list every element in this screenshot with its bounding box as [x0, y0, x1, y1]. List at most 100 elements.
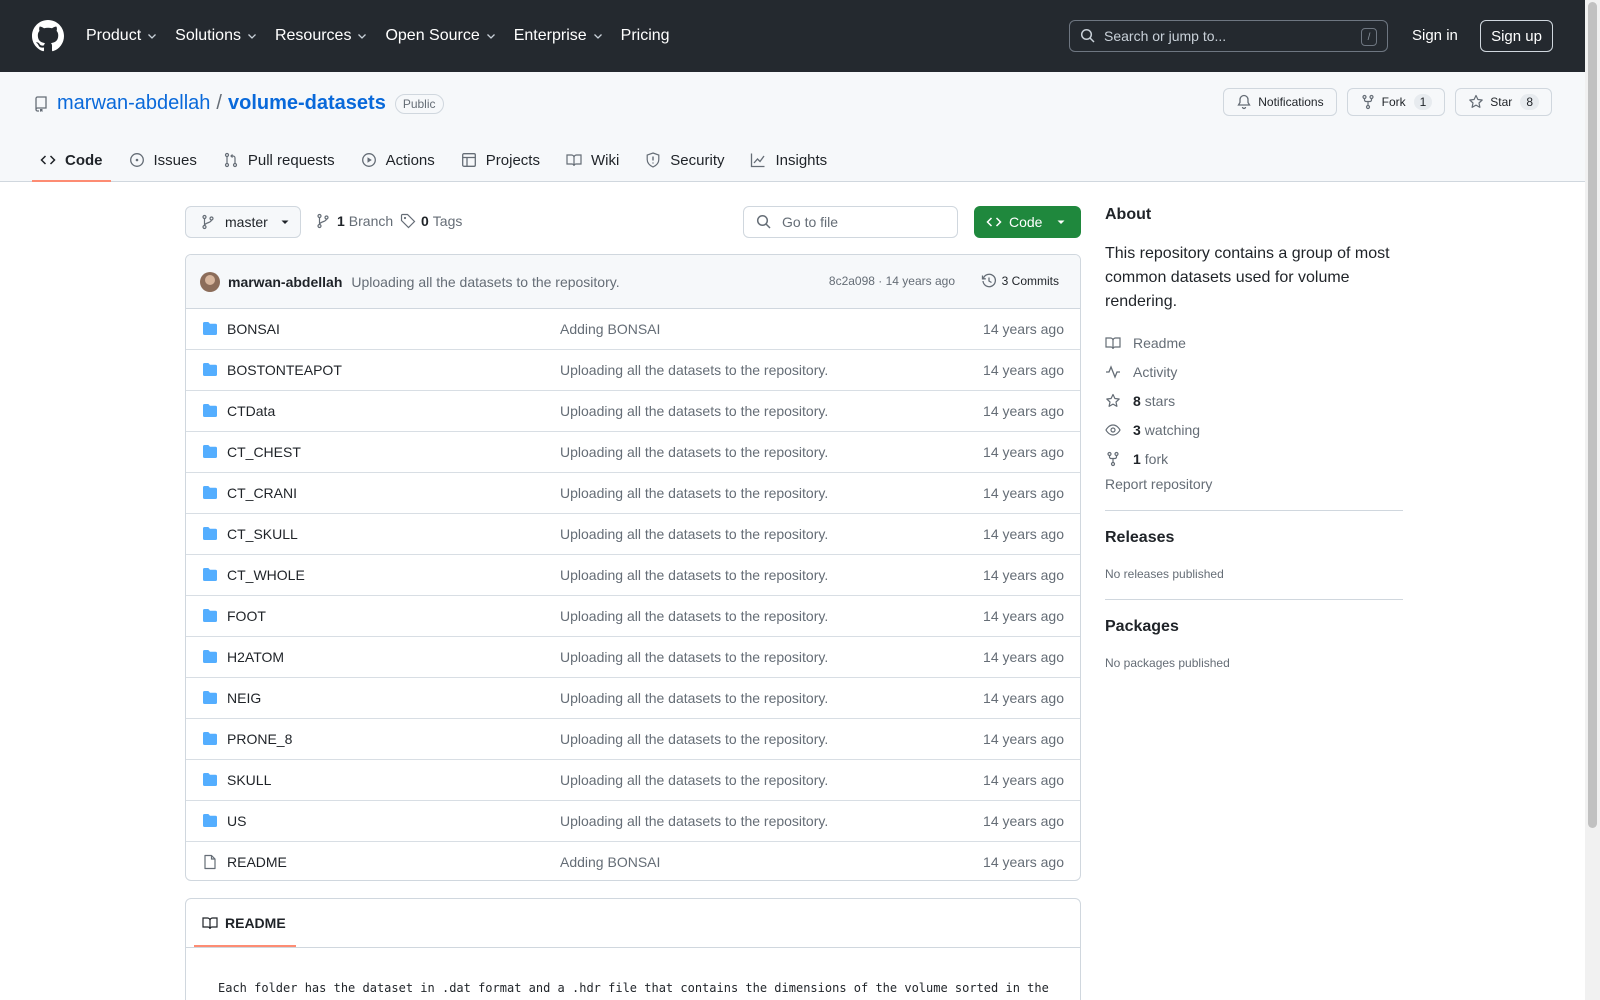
- file-name-link[interactable]: README: [227, 854, 287, 870]
- nav-solutions[interactable]: Solutions: [175, 27, 258, 45]
- branches-link[interactable]: 1 Branch: [315, 213, 393, 229]
- fork-button[interactable]: Fork 1: [1346, 88, 1446, 116]
- activity-link[interactable]: Activity: [1105, 357, 1403, 386]
- go-to-file-input[interactable]: Go to file: [743, 206, 958, 238]
- forks-link[interactable]: 1 fork: [1105, 444, 1403, 473]
- code-download-button[interactable]: Code: [974, 206, 1081, 238]
- page-scrollbar[interactable]: [1585, 0, 1600, 1000]
- readme-link[interactable]: Readme: [1105, 328, 1403, 357]
- file-row[interactable]: SKULL Uploading all the datasets to the r…: [186, 760, 1080, 801]
- commit-author-link[interactable]: marwan-abdellah: [228, 274, 342, 290]
- sign-up-button[interactable]: Sign up: [1480, 20, 1553, 52]
- readme-tab[interactable]: README: [194, 899, 296, 947]
- watchers-link[interactable]: 3 watching: [1105, 415, 1403, 444]
- file-commit-message-link[interactable]: Uploading all the datasets to the reposi…: [560, 485, 828, 501]
- github-logo-icon[interactable]: [32, 20, 64, 52]
- file-name-link[interactable]: H2ATOM: [227, 649, 284, 665]
- file-name-link[interactable]: CTData: [227, 403, 275, 419]
- file-commit-message-link[interactable]: Uploading all the datasets to the reposi…: [560, 690, 828, 706]
- file-commit-message-link[interactable]: Uploading all the datasets to the reposi…: [560, 567, 828, 583]
- file-commit-message-link[interactable]: Uploading all the datasets to the reposi…: [560, 772, 828, 788]
- repo-owner-link[interactable]: marwan-abdellah: [57, 92, 210, 115]
- file-commit-message-link[interactable]: Adding BONSAI: [560, 854, 660, 870]
- file-name-link[interactable]: SKULL: [227, 772, 271, 788]
- file-name-link[interactable]: NEIG: [227, 690, 261, 706]
- about-links: Readme Activity 8 stars 3 watching 1 fork: [1105, 328, 1403, 473]
- commit-message-link[interactable]: Uploading all the datasets to the reposi…: [351, 274, 619, 290]
- file-row[interactable]: CT_SKULL Uploading all the datasets to th…: [186, 514, 1080, 555]
- file-commit-message-link[interactable]: Uploading all the datasets to the reposi…: [560, 403, 828, 419]
- file-commit-message-link[interactable]: Uploading all the datasets to the reposi…: [560, 649, 828, 665]
- file-commit-message-link[interactable]: Adding BONSAI: [560, 321, 660, 337]
- file-name-link[interactable]: CT_CHEST: [227, 444, 301, 460]
- file-row[interactable]: CTData Uploading all the datasets to the …: [186, 391, 1080, 432]
- file-name-link[interactable]: FOOT: [227, 608, 266, 624]
- tab-issues[interactable]: Issues: [121, 138, 205, 182]
- file-commit-date: 14 years ago: [983, 813, 1064, 829]
- file-row[interactable]: CT_CHEST Uploading all the datasets to th…: [186, 432, 1080, 473]
- nav-open-source[interactable]: Open Source: [385, 27, 496, 45]
- file-row[interactable]: BOSTONTEAPOT Uploading all the datasets t…: [186, 350, 1080, 391]
- branch-selector[interactable]: master: [185, 206, 301, 238]
- tab-insights[interactable]: Insights: [742, 138, 835, 182]
- file-listing: marwan-abdellah Uploading all the datase…: [185, 254, 1081, 881]
- file-row[interactable]: H2ATOM Uploading all the datasets to the …: [186, 637, 1080, 678]
- sign-in-link[interactable]: Sign in: [1412, 27, 1458, 44]
- tab-security[interactable]: Security: [637, 138, 732, 182]
- nav-product[interactable]: Product: [86, 27, 158, 45]
- file-name-link[interactable]: BONSAI: [227, 321, 280, 337]
- nav-pricing[interactable]: Pricing: [621, 27, 670, 45]
- commits-history-link[interactable]: 3 Commits: [981, 273, 1059, 289]
- file-commit-date: 14 years ago: [983, 731, 1064, 747]
- file-name-link[interactable]: CT_WHOLE: [227, 567, 305, 583]
- file-row[interactable]: CT_CRANI Uploading all the datasets to th…: [186, 473, 1080, 514]
- nav-resources[interactable]: Resources: [275, 27, 368, 45]
- tab-wiki[interactable]: Wiki: [558, 138, 627, 182]
- file-commit-message-link[interactable]: Uploading all the datasets to the reposi…: [560, 526, 828, 542]
- tags-link[interactable]: 0 Tags: [400, 213, 462, 229]
- file-row[interactable]: CT_WHOLE Uploading all the datasets to th…: [186, 555, 1080, 596]
- file-row[interactable]: PRONE_8 Uploading all the datasets to the…: [186, 719, 1080, 760]
- tab-code[interactable]: Code: [32, 138, 111, 182]
- repo-name-link[interactable]: volume-datasets: [228, 92, 386, 115]
- tab-pull-requests[interactable]: Pull requests: [215, 138, 343, 182]
- commit-hash-and-time[interactable]: 8c2a098 · 14 years ago: [829, 274, 955, 288]
- packages-heading[interactable]: Packages: [1105, 618, 1403, 636]
- file-name-link[interactable]: US: [227, 813, 246, 829]
- report-repository-link[interactable]: Report repository: [1105, 476, 1403, 492]
- about-heading: About: [1105, 206, 1152, 223]
- file-commit-message-link[interactable]: Uploading all the datasets to the reposi…: [560, 444, 828, 460]
- releases-heading[interactable]: Releases: [1105, 529, 1403, 547]
- file-row[interactable]: NEIG Uploading all the datasets to the re…: [186, 678, 1080, 719]
- file-name-link[interactable]: BOSTONTEAPOT: [227, 362, 342, 378]
- repo-header: marwan-abdellah / volume-datasets Public…: [0, 72, 1585, 182]
- file-commit-message-link[interactable]: Uploading all the datasets to the reposi…: [560, 608, 828, 624]
- tab-projects[interactable]: Projects: [453, 138, 548, 182]
- file-row[interactable]: FOOT Uploading all the datasets to the re…: [186, 596, 1080, 637]
- notifications-button[interactable]: Notifications: [1223, 88, 1337, 116]
- nav-enterprise[interactable]: Enterprise: [514, 27, 604, 45]
- branch-count: 1: [337, 213, 345, 229]
- readme-content: Each folder has the dataset in .dat form…: [218, 981, 1049, 995]
- file-commit-message-link[interactable]: Uploading all the datasets to the reposi…: [560, 731, 828, 747]
- stars-link[interactable]: 8 stars: [1105, 386, 1403, 415]
- branch-icon: [317, 213, 329, 229]
- folder-icon: [203, 691, 217, 704]
- fork-icon: [1362, 94, 1374, 110]
- file-name-link[interactable]: CT_CRANI: [227, 485, 297, 501]
- chevron-down-icon: [593, 34, 602, 39]
- tag-count: 0: [421, 213, 429, 229]
- star-button[interactable]: Star 8: [1455, 88, 1552, 116]
- file-name-link[interactable]: CT_SKULL: [227, 526, 298, 542]
- file-row[interactable]: US Uploading all the datasets to the repo…: [186, 801, 1080, 842]
- tab-actions[interactable]: Actions: [353, 138, 443, 182]
- file-commit-message-link[interactable]: Uploading all the datasets to the reposi…: [560, 813, 828, 829]
- file-row[interactable]: BONSAI Adding BONSAI 14 years ago: [186, 309, 1080, 350]
- avatar[interactable]: [200, 271, 220, 292]
- global-search-input[interactable]: Search or jump to... /: [1069, 20, 1388, 52]
- folder-icon: [203, 445, 217, 458]
- file-name-link[interactable]: PRONE_8: [227, 731, 292, 747]
- scrollbar-thumb[interactable]: [1588, 2, 1597, 828]
- file-row[interactable]: README Adding BONSAI 14 years ago: [186, 842, 1080, 880]
- file-commit-message-link[interactable]: Uploading all the datasets to the reposi…: [560, 362, 828, 378]
